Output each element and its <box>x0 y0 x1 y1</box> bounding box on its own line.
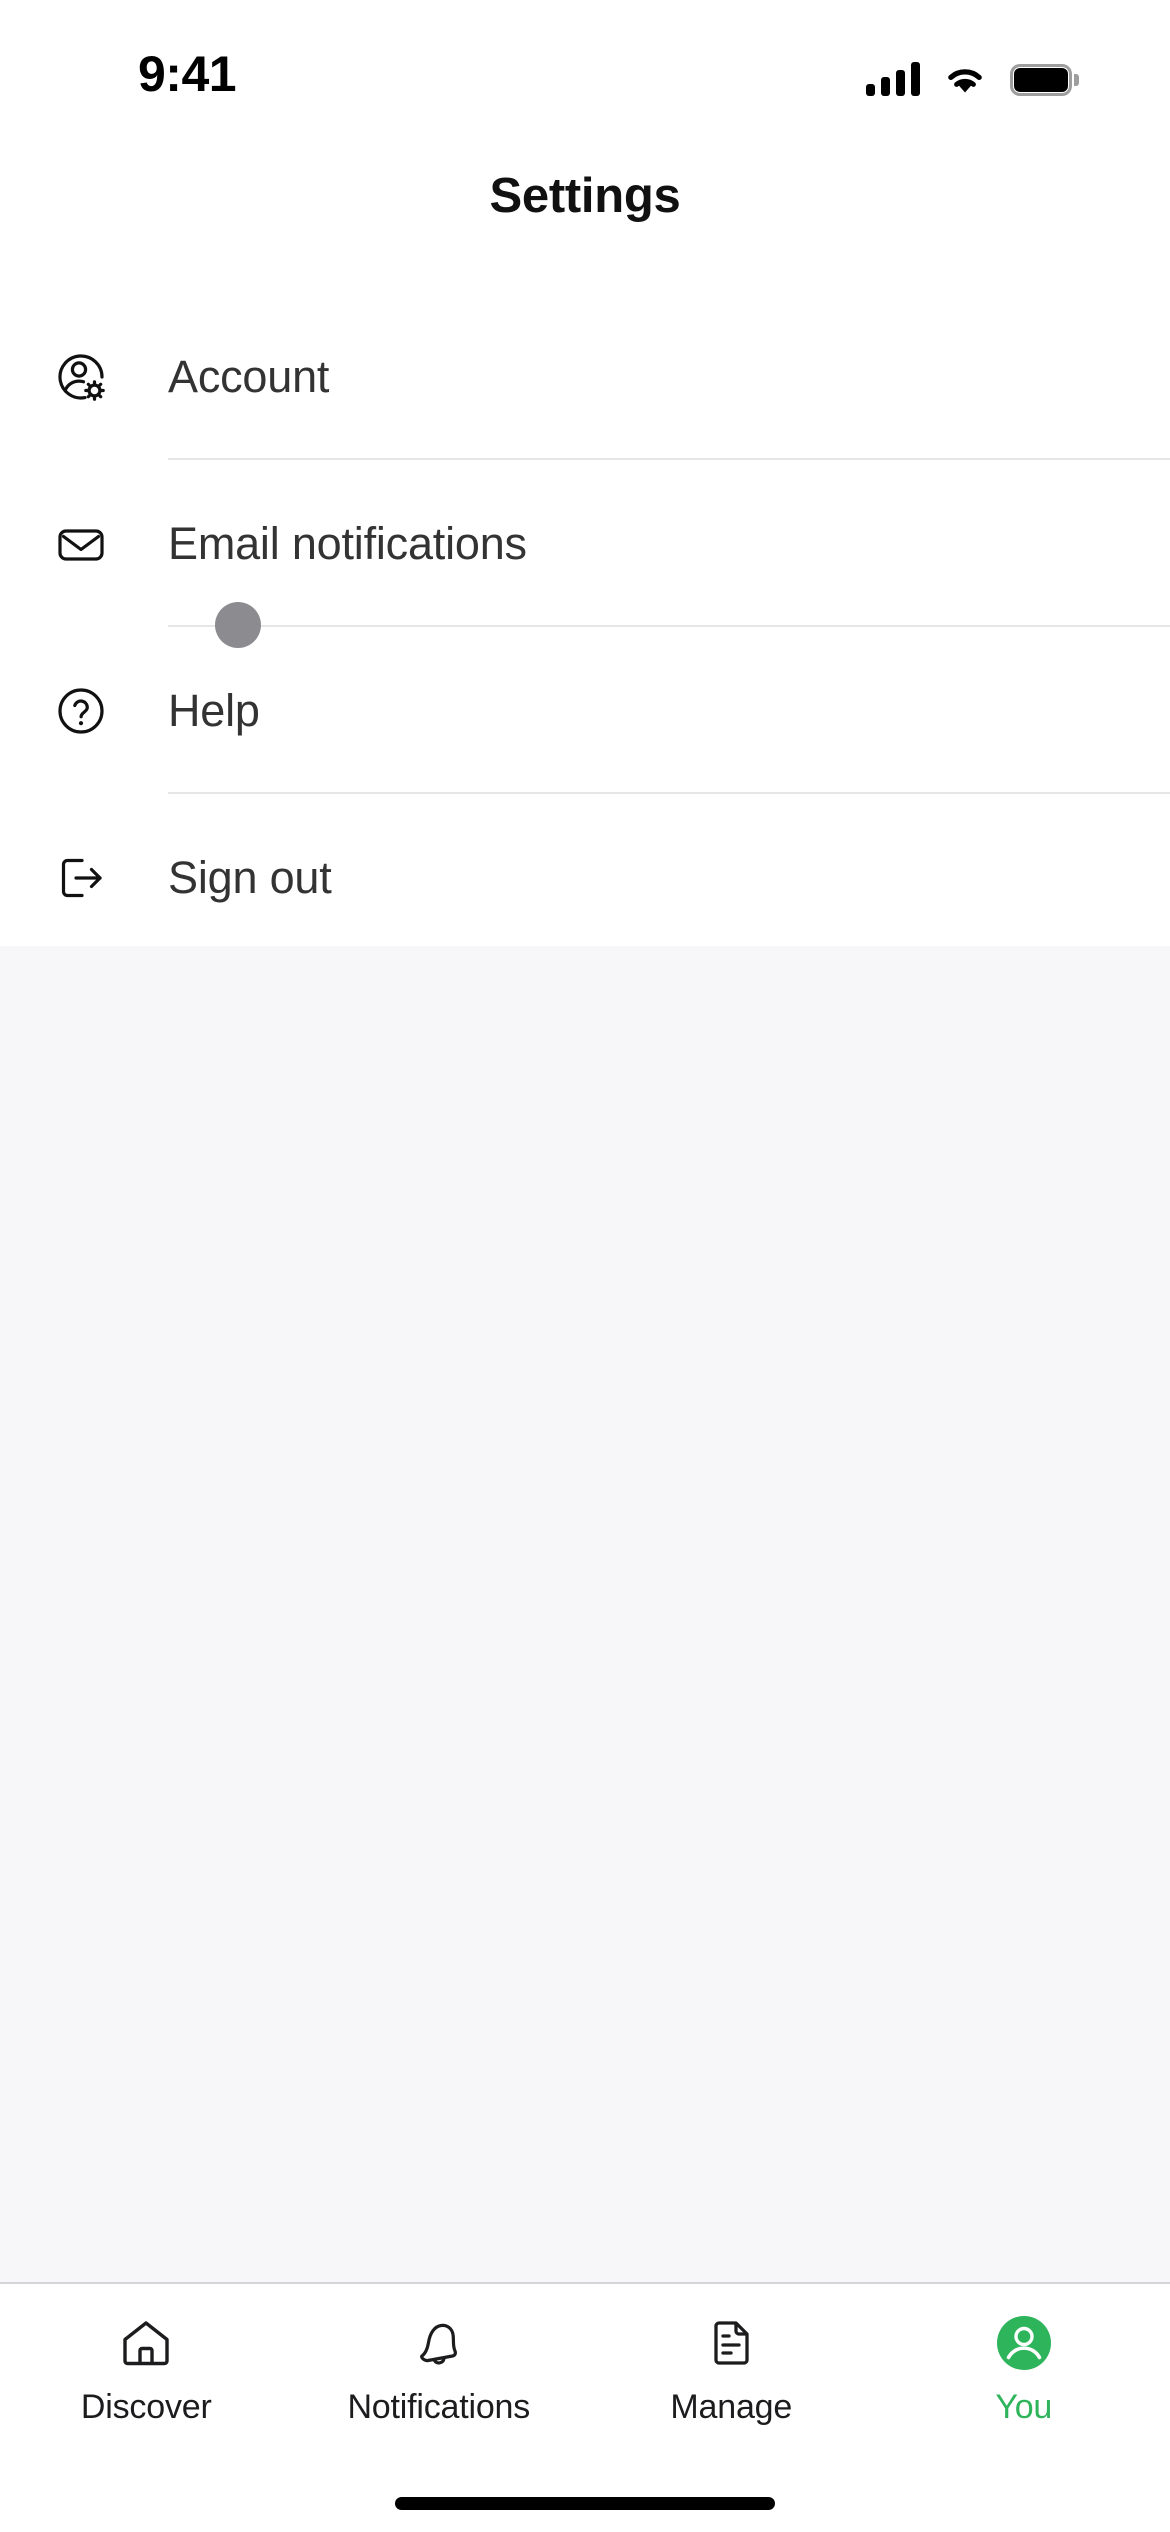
settings-row-label: Help <box>168 685 260 736</box>
home-indicator[interactable] <box>395 2497 775 2510</box>
document-icon <box>700 2312 762 2374</box>
question-circle-icon <box>52 682 110 740</box>
home-icon <box>115 2312 177 2374</box>
settings-row-sign-out[interactable]: Sign out <box>0 799 1170 961</box>
row-divider <box>168 792 1170 794</box>
cellular-signal-icon <box>866 62 920 96</box>
settings-row-email-notifications[interactable]: Email notifications <box>0 465 1170 627</box>
tab-you[interactable]: You <box>878 2284 1170 2470</box>
bottom-tab-bar: Discover Notifications Manage You <box>0 2282 1170 2532</box>
row-divider <box>168 625 1170 627</box>
page-title: Settings <box>489 169 681 223</box>
tap-indicator <box>215 602 261 648</box>
bell-icon <box>408 2312 470 2374</box>
status-bar-icons <box>866 52 1079 96</box>
battery-full-icon <box>1010 64 1079 96</box>
account-gear-icon <box>52 348 110 406</box>
settings-row-label: Email notifications <box>168 518 527 569</box>
phone-screen: 9:41 Settings Account Email notification… <box>0 0 1170 2532</box>
tab-label: Notifications <box>347 2388 531 2426</box>
content-empty-area <box>0 946 1170 2282</box>
row-divider <box>168 458 1170 460</box>
tab-notifications[interactable]: Notifications <box>293 2284 586 2470</box>
tab-label: Discover <box>80 2388 212 2426</box>
status-bar-time: 9:41 <box>138 46 237 102</box>
tab-label: Manage <box>670 2388 793 2426</box>
settings-row-account[interactable]: Account <box>0 298 1170 460</box>
settings-row-help[interactable]: Help <box>0 632 1170 794</box>
tab-label: You <box>995 2388 1053 2426</box>
status-bar: 9:41 <box>0 0 1170 145</box>
settings-row-label: Account <box>168 351 330 402</box>
envelope-icon <box>52 515 110 573</box>
tab-manage[interactable]: Manage <box>585 2284 878 2470</box>
settings-row-label: Sign out <box>168 852 332 903</box>
avatar-person-icon <box>993 2312 1055 2374</box>
wifi-icon <box>942 62 988 96</box>
settings-list: Account Email notifications Help Sign ou… <box>0 298 1170 961</box>
sign-out-icon <box>52 849 110 907</box>
tab-discover[interactable]: Discover <box>0 2284 293 2470</box>
